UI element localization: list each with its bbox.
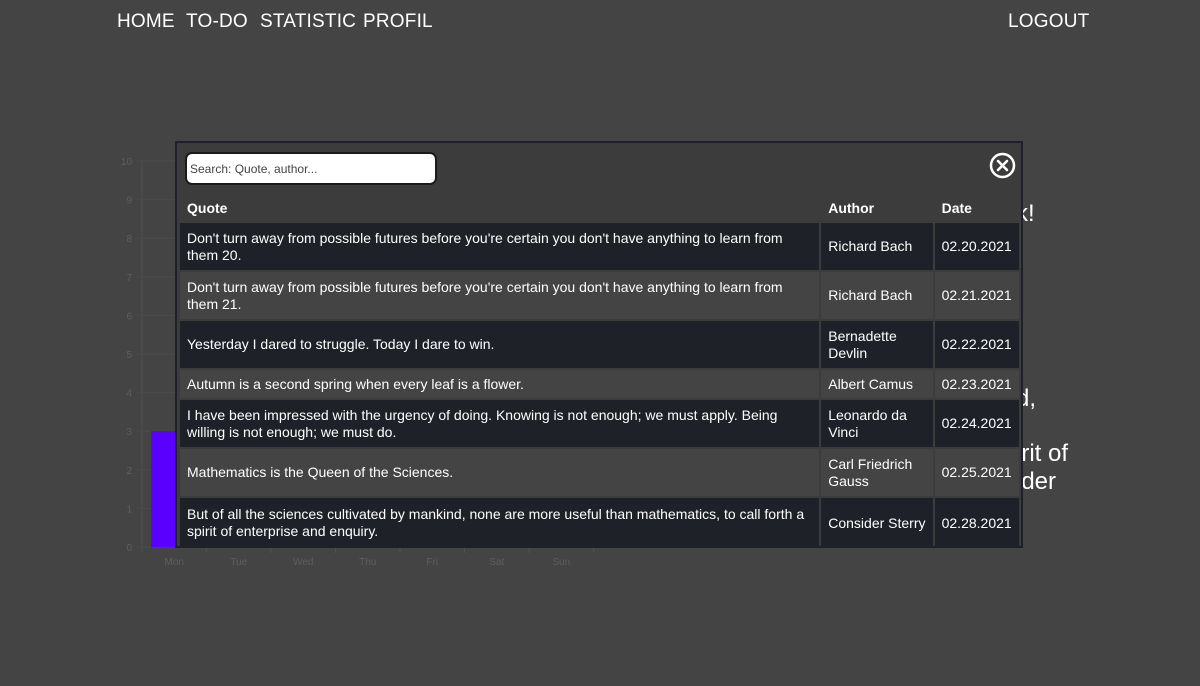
date-cell: 02.23.2021 [934, 370, 1019, 398]
date-cell: 02.24.2021 [934, 400, 1019, 447]
quote-cell: But of all the sciences cultivated by ma… [180, 498, 820, 548]
date-cell: 02.21.2021 [934, 272, 1019, 319]
author-cell: Consider Sterry [821, 498, 933, 548]
nav-todo[interactable]: TO-DO [186, 11, 248, 33]
y-tick-label: 6 [126, 311, 132, 322]
y-tick-label: 1 [126, 504, 132, 515]
table-row[interactable]: But of all the sciences cultivated by ma… [180, 498, 1019, 548]
x-tick-label: Sat [489, 557, 504, 568]
author-cell: Richard Bach [821, 272, 933, 319]
date-cell: 02.25.2021 [934, 449, 1019, 496]
nav-statistic[interactable]: STATISTIC [260, 11, 356, 33]
y-tick-label: 9 [126, 196, 132, 207]
x-tick-label: Thu [359, 557, 376, 568]
table-row[interactable]: Yesterday I dared to struggle. Today I d… [180, 321, 1019, 368]
table-row[interactable]: Don't turn away from possible futures be… [180, 272, 1019, 319]
y-tick-label: 3 [126, 427, 132, 438]
y-tick-label: 10 [121, 157, 133, 168]
nav-logout[interactable]: LOGOUT [1008, 11, 1089, 33]
search-input[interactable] [185, 152, 437, 185]
y-tick-label: 7 [126, 273, 132, 284]
table-row[interactable]: I have been impressed with the urgency o… [180, 400, 1019, 447]
close-icon[interactable] [989, 152, 1016, 179]
author-cell: Bernadette Devlin [821, 321, 933, 368]
column-header-date[interactable]: Date [935, 196, 1019, 221]
quotes-modal: Quote Author Date Don't turn away from p… [175, 141, 1023, 548]
x-tick-label: Sun [552, 557, 570, 568]
quote-cell: Yesterday I dared to struggle. Today I d… [180, 321, 820, 368]
column-header-author[interactable]: Author [821, 196, 932, 221]
table-row[interactable]: Autumn is a second spring when every lea… [180, 370, 1019, 398]
quote-cell: Mathematics is the Queen of the Sciences… [180, 449, 820, 496]
bg-text-fragment: irit of [1016, 440, 1069, 467]
x-tick-label: Wed [293, 557, 313, 568]
y-tick-label: 0 [126, 543, 132, 554]
y-tick-label: 2 [126, 466, 132, 477]
author-cell: Carl Friedrich Gauss [821, 449, 933, 496]
quote-cell: Don't turn away from possible futures be… [180, 272, 820, 319]
quote-cell: Autumn is a second spring when every lea… [180, 370, 820, 398]
nav-home[interactable]: HOME [117, 11, 175, 33]
y-tick-label: 4 [126, 389, 132, 400]
x-tick-label: Mon [165, 557, 184, 568]
column-header-quote[interactable]: Quote [180, 196, 819, 221]
y-tick-label: 5 [126, 350, 132, 361]
date-cell: 02.22.2021 [934, 321, 1019, 368]
date-cell: 02.20.2021 [934, 223, 1019, 270]
table-header-row: Quote Author Date [180, 196, 1019, 221]
author-cell: Leonardo da Vinci [821, 400, 933, 447]
author-cell: Richard Bach [821, 223, 933, 270]
x-tick-label: Fri [426, 557, 438, 568]
x-tick-label: Tue [230, 557, 247, 568]
nav-profil[interactable]: PROFIL [363, 11, 433, 33]
top-nav: HOME TO-DO STATISTIC PROFIL LOGOUT [0, 0, 1200, 44]
table-row[interactable]: Mathematics is the Queen of the Sciences… [180, 449, 1019, 496]
author-cell: Albert Camus [821, 370, 933, 398]
quotes-table: Quote Author Date Don't turn away from p… [178, 194, 1021, 550]
table-row[interactable]: Don't turn away from possible futures be… [180, 223, 1019, 270]
date-cell: 02.28.2021 [934, 498, 1019, 548]
y-tick-label: 8 [126, 234, 132, 245]
quote-cell: Don't turn away from possible futures be… [180, 223, 820, 270]
quote-cell: I have been impressed with the urgency o… [180, 400, 820, 447]
